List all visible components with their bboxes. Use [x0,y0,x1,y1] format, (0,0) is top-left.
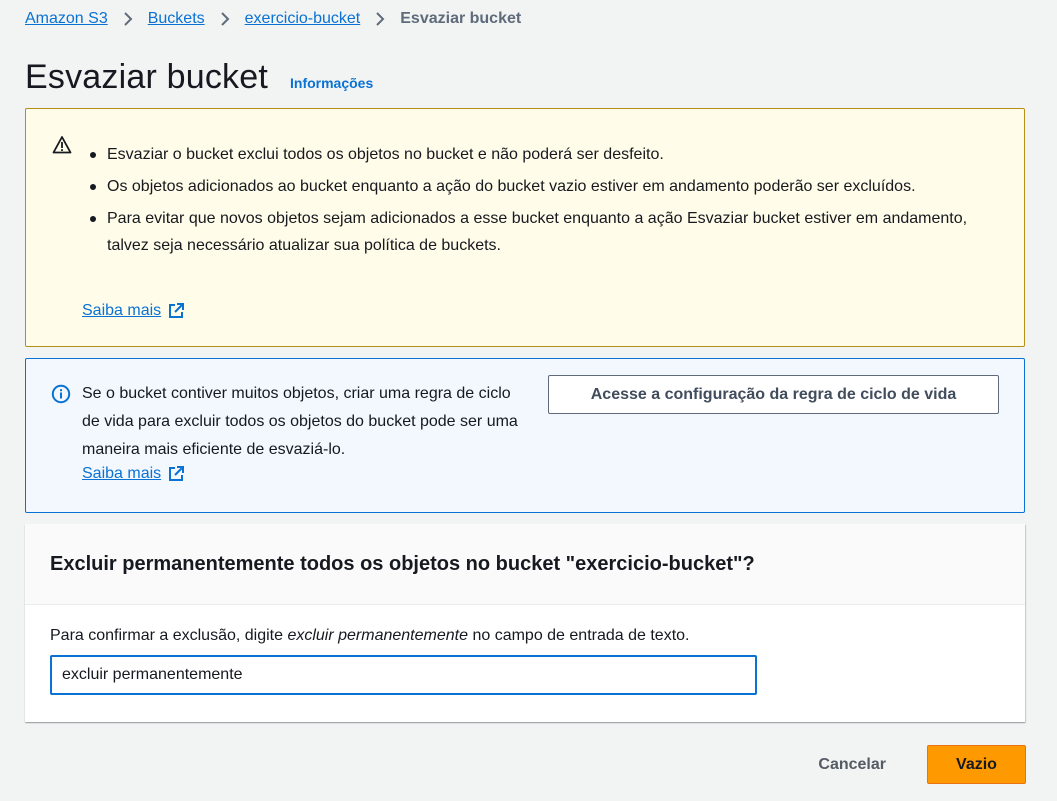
learn-more-label: Saiba mais [82,465,162,482]
page: Amazon S3 Buckets exercicio-bucket Esvaz… [25,0,1025,722]
external-link-icon [167,302,185,320]
info-alert: Se o bucket contiver muitos objetos, cri… [25,358,1025,513]
learn-more-link[interactable]: Saiba mais [82,465,185,483]
breadcrumb-link-bucket[interactable]: exercicio-bucket [245,10,361,28]
confirm-body: Para confirmar a exclusão, digite exclui… [25,605,1025,695]
info-alert-text: Se o bucket contiver muitos objetos, cri… [82,385,518,458]
breadcrumb-current: Esvaziar bucket [400,10,522,27]
empty-bucket-button[interactable]: Vazio [927,745,1026,784]
confirm-input[interactable] [50,655,757,695]
page-header: Esvaziar bucket Informações [25,58,1025,108]
confirm-container: Excluir permanentemente todos os objetos… [25,524,1025,722]
warning-bullet: Os objetos adicionados ao bucket enquant… [88,173,988,200]
breadcrumb-link-amazon-s3[interactable]: Amazon S3 [25,10,108,28]
form-actions: Cancelar Vazio [812,745,1026,784]
warning-icon [52,135,72,155]
warning-bullet: Para evitar que novos objetos sejam adic… [88,205,988,259]
chevron-right-icon [218,11,232,27]
warning-bullet: Esvaziar o bucket exclui todos os objeto… [88,141,988,168]
confirm-desc-emphasis: excluir permanentemente [287,627,468,644]
cancel-button[interactable]: Cancelar [812,755,892,775]
chevron-right-icon [373,11,387,27]
warning-list: Esvaziar o bucket exclui todos os objeto… [88,141,988,264]
confirm-description: Para confirmar a exclusão, digite exclui… [50,627,1000,645]
learn-more-label: Saiba mais [82,302,162,319]
external-link-icon [167,465,185,483]
warning-alert: Esvaziar o bucket exclui todos os objeto… [25,108,1025,347]
confirm-desc-after: no campo de entrada de texto. [468,627,690,644]
breadcrumb-link-buckets[interactable]: Buckets [148,10,205,28]
learn-more-link[interactable]: Saiba mais [82,302,185,320]
confirm-desc-before: Para confirmar a exclusão, digite [50,627,288,644]
chevron-right-icon [121,11,135,27]
confirm-heading: Excluir permanentemente todos os objetos… [50,552,755,575]
page-title: Esvaziar bucket [25,58,268,96]
lifecycle-rule-button[interactable]: Acesse a configuração da regra de ciclo … [548,375,999,414]
info-icon [51,384,71,404]
confirm-header: Excluir permanentemente todos os objetos… [25,524,1025,605]
breadcrumb: Amazon S3 Buckets exercicio-bucket Esvaz… [25,0,1025,38]
info-link[interactable]: Informações [290,75,373,91]
